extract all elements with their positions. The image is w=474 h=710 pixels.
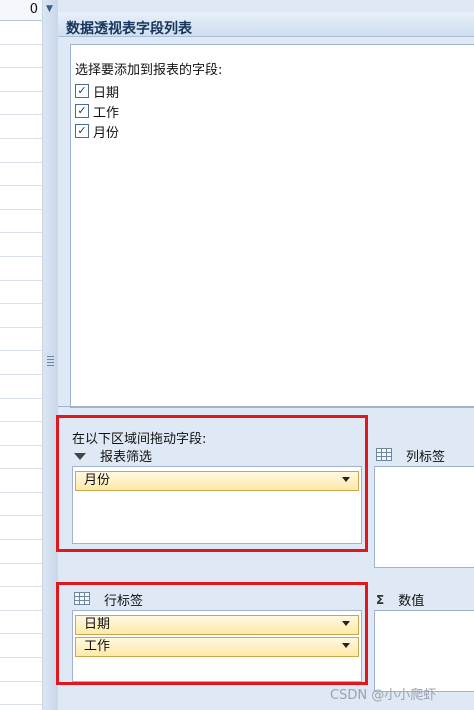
- sheet-row[interactable]: [0, 634, 42, 659]
- field-label: 工作: [93, 105, 120, 121]
- sheet-row[interactable]: [0, 446, 42, 470]
- sheet-row[interactable]: [0, 611, 42, 635]
- zone-label: 数值: [398, 594, 425, 609]
- values-header: Σ 数值: [376, 590, 425, 610]
- values-dropzone[interactable]: [374, 610, 474, 692]
- pivot-field-list-pane: 数据透视表字段列表 选择要添加到报表的字段: ✓ 日期 ✓ 工作 ✓ 月份 在以…: [56, 0, 474, 710]
- sigma-icon: Σ: [376, 592, 385, 607]
- sheet-row[interactable]: [0, 257, 42, 281]
- column-labels-header: 列标签: [376, 446, 445, 465]
- field-list-prompt: 选择要添加到报表的字段:: [75, 63, 223, 78]
- field-checkbox[interactable]: ✓: [75, 84, 89, 98]
- sheet-row[interactable]: [0, 658, 42, 682]
- spreadsheet-column: 0: [0, 0, 43, 710]
- sheet-row[interactable]: [0, 422, 42, 446]
- sheet-row[interactable]: [0, 210, 42, 234]
- sheet-row[interactable]: [0, 115, 42, 139]
- zone-label: 列标签: [406, 450, 446, 465]
- sheet-row[interactable]: [0, 68, 42, 92]
- collapse-arrow-icon[interactable]: ▼: [46, 4, 53, 14]
- sheet-row[interactable]: [0, 92, 42, 116]
- divider: [58, 406, 474, 407]
- field-item-date[interactable]: ✓ 日期: [75, 81, 119, 101]
- field-checkbox[interactable]: ✓: [75, 104, 89, 118]
- sheet-row[interactable]: [0, 21, 42, 45]
- highlight-frame-filter: [56, 415, 368, 552]
- sheet-row[interactable]: [0, 682, 42, 706]
- sheet-row[interactable]: [0, 304, 42, 328]
- field-label: 月份: [93, 125, 120, 141]
- field-list: ✓ 日期 ✓ 工作 ✓ 月份: [75, 81, 119, 141]
- grid-icon: [376, 447, 392, 464]
- pane-title: 数据透视表字段列表: [66, 21, 192, 37]
- sheet-row[interactable]: [0, 351, 42, 375]
- sheet-row[interactable]: [0, 281, 42, 305]
- highlight-frame-rows: [56, 582, 368, 685]
- column-labels-dropzone[interactable]: [374, 466, 474, 568]
- sheet-row[interactable]: [0, 186, 42, 210]
- field-label: 日期: [93, 85, 120, 101]
- sheet-row[interactable]: [0, 399, 42, 423]
- field-item-work[interactable]: ✓ 工作: [75, 101, 119, 121]
- sheet-row[interactable]: [0, 375, 42, 399]
- cell-value[interactable]: 0: [0, 0, 42, 21]
- watermark: CSDN @小小爬虾: [330, 688, 437, 703]
- sheet-row[interactable]: [0, 493, 42, 517]
- splitter-grip-icon[interactable]: [47, 356, 54, 368]
- sheet-row[interactable]: [0, 163, 42, 187]
- sheet-row[interactable]: [0, 233, 42, 257]
- field-item-month[interactable]: ✓ 月份: [75, 121, 119, 141]
- sheet-row[interactable]: [0, 469, 42, 493]
- sheet-row[interactable]: [0, 139, 42, 163]
- sheet-row[interactable]: [0, 516, 42, 541]
- sheet-row[interactable]: [0, 587, 42, 611]
- sheet-row[interactable]: [0, 45, 42, 69]
- field-checkbox[interactable]: ✓: [75, 124, 89, 138]
- sheet-row[interactable]: [0, 540, 42, 564]
- field-list-box: 选择要添加到报表的字段: ✓ 日期 ✓ 工作 ✓ 月份: [70, 44, 474, 408]
- sheet-row[interactable]: [0, 328, 42, 352]
- sheet-row[interactable]: [0, 564, 42, 588]
